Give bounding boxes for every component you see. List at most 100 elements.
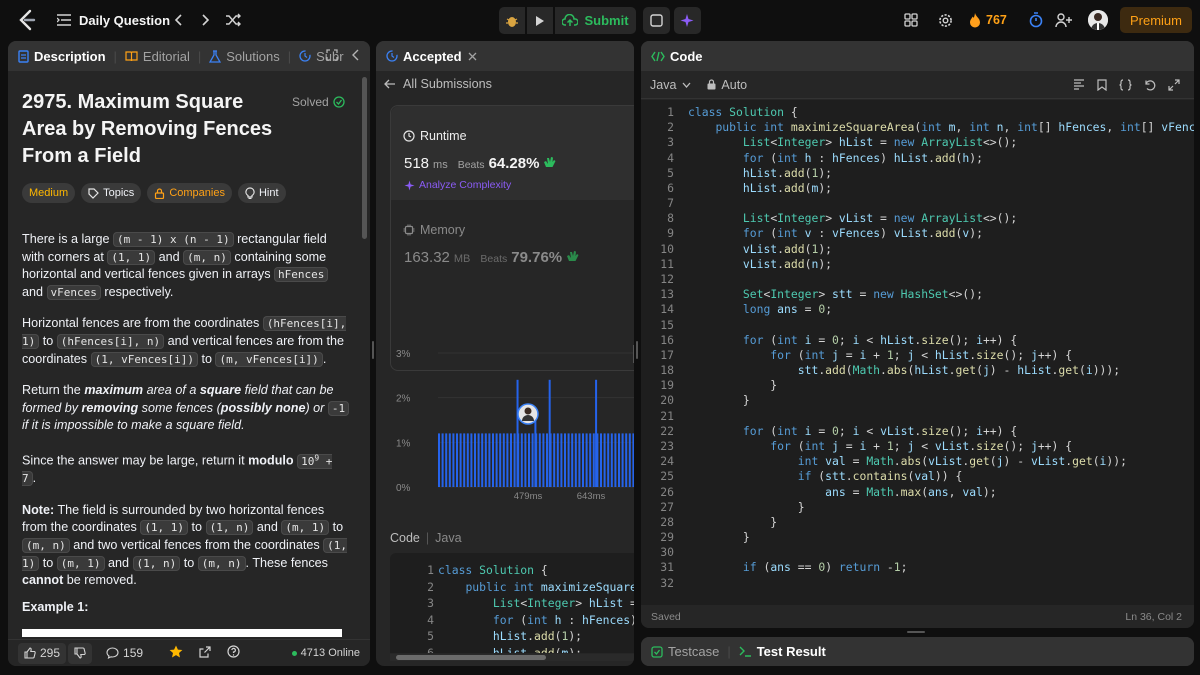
help-icon[interactable] (227, 645, 240, 661)
code-line[interactable]: 30 (641, 545, 1181, 560)
code-line[interactable]: 16 for (int i = 0; i < hList.size(); i++… (641, 333, 1181, 348)
code-hscroll-thumb[interactable] (396, 655, 546, 660)
run-button[interactable] (527, 7, 553, 34)
favorite-star-icon[interactable] (169, 645, 183, 661)
code-line[interactable]: 2 public int maximizeSquareArea(int m, i… (641, 120, 1194, 135)
submit-button[interactable]: Submit (555, 7, 636, 34)
runtime-section[interactable]: Runtime 518 ms Beats 64.28% Analyze Comp… (391, 106, 634, 200)
code-line[interactable]: 13 Set<Integer> stt = new HashSet<>(); (641, 287, 1181, 302)
panel-resize-handle[interactable] (636, 341, 638, 359)
reset-icon[interactable] (1144, 79, 1156, 91)
analyze-complexity-link[interactable]: Analyze Complexity (404, 179, 511, 191)
daily-question-title[interactable]: Daily Question (79, 11, 170, 29)
prev-problem-icon[interactable] (170, 11, 186, 29)
online-dot-icon (291, 650, 297, 656)
code-line[interactable]: 14 long ans = 0; (641, 302, 1181, 317)
leetcode-logo-icon[interactable] (16, 9, 38, 31)
code-line[interactable]: 19 } (641, 378, 1181, 393)
code-line[interactable]: 24 int val = Math.abs(vList.get(j) - vLi… (641, 454, 1181, 469)
code-line[interactable]: 7 (641, 196, 1181, 211)
code-line[interactable]: 28 } (641, 515, 1181, 530)
code-line[interactable]: 25 if (stt.contains(val)) { (641, 469, 1181, 484)
code-line[interactable]: 26 ans = Math.max(ans, val); (641, 485, 1181, 500)
collapse-icon[interactable] (352, 49, 360, 64)
shuffle-icon[interactable] (224, 11, 242, 29)
code-line[interactable]: 29 } (641, 530, 1181, 545)
thumbs-up-icon (24, 647, 36, 659)
tab-code[interactable]: Code (651, 41, 703, 71)
streak-counter[interactable]: 767 (969, 11, 1007, 29)
comments-button[interactable]: 159 (106, 646, 143, 660)
bookmark-icon[interactable] (1097, 78, 1107, 91)
timer-icon[interactable] (1028, 11, 1044, 29)
code-line[interactable]: 5 hList.add(1); (641, 166, 1181, 181)
code-line[interactable]: 22 for (int i = 0; i < vList.size(); i++… (641, 424, 1181, 439)
code-line[interactable]: 2 public int maximizeSquareA (390, 580, 634, 595)
tab-accepted[interactable]: Accepted (386, 41, 462, 71)
format-icon[interactable] (1073, 79, 1085, 90)
memory-header[interactable]: Memory (403, 223, 465, 237)
topics-tag[interactable]: Topics (81, 183, 142, 203)
next-problem-icon[interactable] (198, 11, 214, 29)
like-button[interactable]: 295 (18, 642, 67, 664)
dislike-button[interactable] (68, 642, 93, 664)
problem-list-icon[interactable] (56, 12, 72, 28)
panel-resize-handle[interactable] (372, 341, 374, 359)
runtime-distribution-chart[interactable]: 3%2%1%0%479ms643ms479ms643ms (390, 299, 634, 509)
code-line[interactable]: 1 class Solution { (641, 105, 1181, 120)
language-select[interactable]: Java (650, 78, 691, 92)
tab-test-result[interactable]: Test Result (739, 637, 826, 666)
vertical-resize-handle[interactable] (907, 631, 925, 633)
add-friend-icon[interactable] (1054, 11, 1072, 29)
close-tab-icon[interactable] (468, 52, 477, 61)
code-line[interactable]: 11 vList.add(n); (641, 257, 1181, 272)
code-line[interactable]: 3 List<Integer> hList = (390, 596, 634, 611)
code-line[interactable]: 20 } (641, 393, 1181, 408)
ai-assistant-button[interactable] (674, 7, 701, 34)
tab-solutions[interactable]: Solutions (209, 41, 280, 71)
expand-icon[interactable] (1168, 78, 1180, 91)
code-line[interactable]: 3 List<Integer> hList = new ArrayList<>(… (641, 135, 1181, 150)
code-line[interactable]: 6 hList.add(m); (641, 181, 1181, 196)
premium-button[interactable]: Premium (1120, 7, 1192, 33)
tab-testcase[interactable]: Testcase (651, 637, 719, 666)
difficulty-badge[interactable]: Medium (22, 183, 76, 203)
code-line[interactable]: 18 stt.add(Math.abs(hList.get(j) - hList… (641, 363, 1181, 378)
code-line[interactable]: 1 class Solution { (390, 563, 634, 578)
maximize-icon[interactable] (326, 49, 338, 64)
description-scrollbar[interactable] (362, 77, 367, 239)
share-icon[interactable] (199, 645, 211, 661)
code-line[interactable]: 31 if (ans == 0) return -1; (641, 560, 1181, 575)
code-line[interactable]: 17 for (int j = i + 1; j < hList.size();… (641, 348, 1181, 363)
code-line[interactable]: 10 vList.add(1); (641, 242, 1181, 257)
tab-description[interactable]: Description (18, 41, 106, 71)
code-line[interactable]: 23 for (int j = i + 1; j < vList.size();… (641, 439, 1181, 454)
code-line[interactable]: 9 for (int v : vFences) vList.add(v); (641, 226, 1181, 241)
auto-mode-toggle[interactable]: Auto (707, 78, 747, 92)
braces-icon[interactable] (1119, 78, 1132, 91)
bar (632, 433, 634, 487)
code-line[interactable]: 32 (641, 576, 1181, 591)
code-line[interactable]: 4 for (int h : hFences) hList.add(h); (641, 151, 1181, 166)
notes-button[interactable] (643, 7, 670, 34)
debug-button[interactable] (499, 7, 525, 34)
problem-header: 2975. Maximum Square Area by Removing Fe… (22, 89, 352, 221)
all-submissions-link[interactable]: All Submissions (384, 77, 492, 91)
code-editor[interactable]: 1 class Solution {2 public int maximizeSq… (641, 100, 1194, 605)
user-avatar[interactable] (1088, 10, 1108, 30)
code-line[interactable]: 8 List<Integer> vList = new ArrayList<>(… (641, 211, 1181, 226)
settings-gear-icon[interactable] (937, 12, 953, 28)
companies-tag[interactable]: Companies (147, 183, 232, 203)
code-line[interactable]: 6 hList.add(m); (390, 646, 634, 653)
code-line[interactable]: 5 hList.add(1); (390, 629, 634, 644)
layout-grid-icon[interactable] (903, 12, 919, 28)
code-line[interactable]: 12 (641, 272, 1181, 287)
tab-editorial[interactable]: Editorial (125, 41, 190, 71)
code-line[interactable]: 21 (641, 409, 1181, 424)
code-hscroll-track[interactable] (390, 654, 634, 661)
submitted-code-block[interactable]: 1 class Solution { 2 public int maximizeSq… (390, 553, 634, 653)
code-line[interactable]: 27 } (641, 500, 1181, 515)
code-line[interactable]: 4 for (int h : hFences) (390, 613, 634, 628)
hint-tag[interactable]: Hint (237, 183, 286, 203)
code-line[interactable]: 15 (641, 318, 1181, 333)
